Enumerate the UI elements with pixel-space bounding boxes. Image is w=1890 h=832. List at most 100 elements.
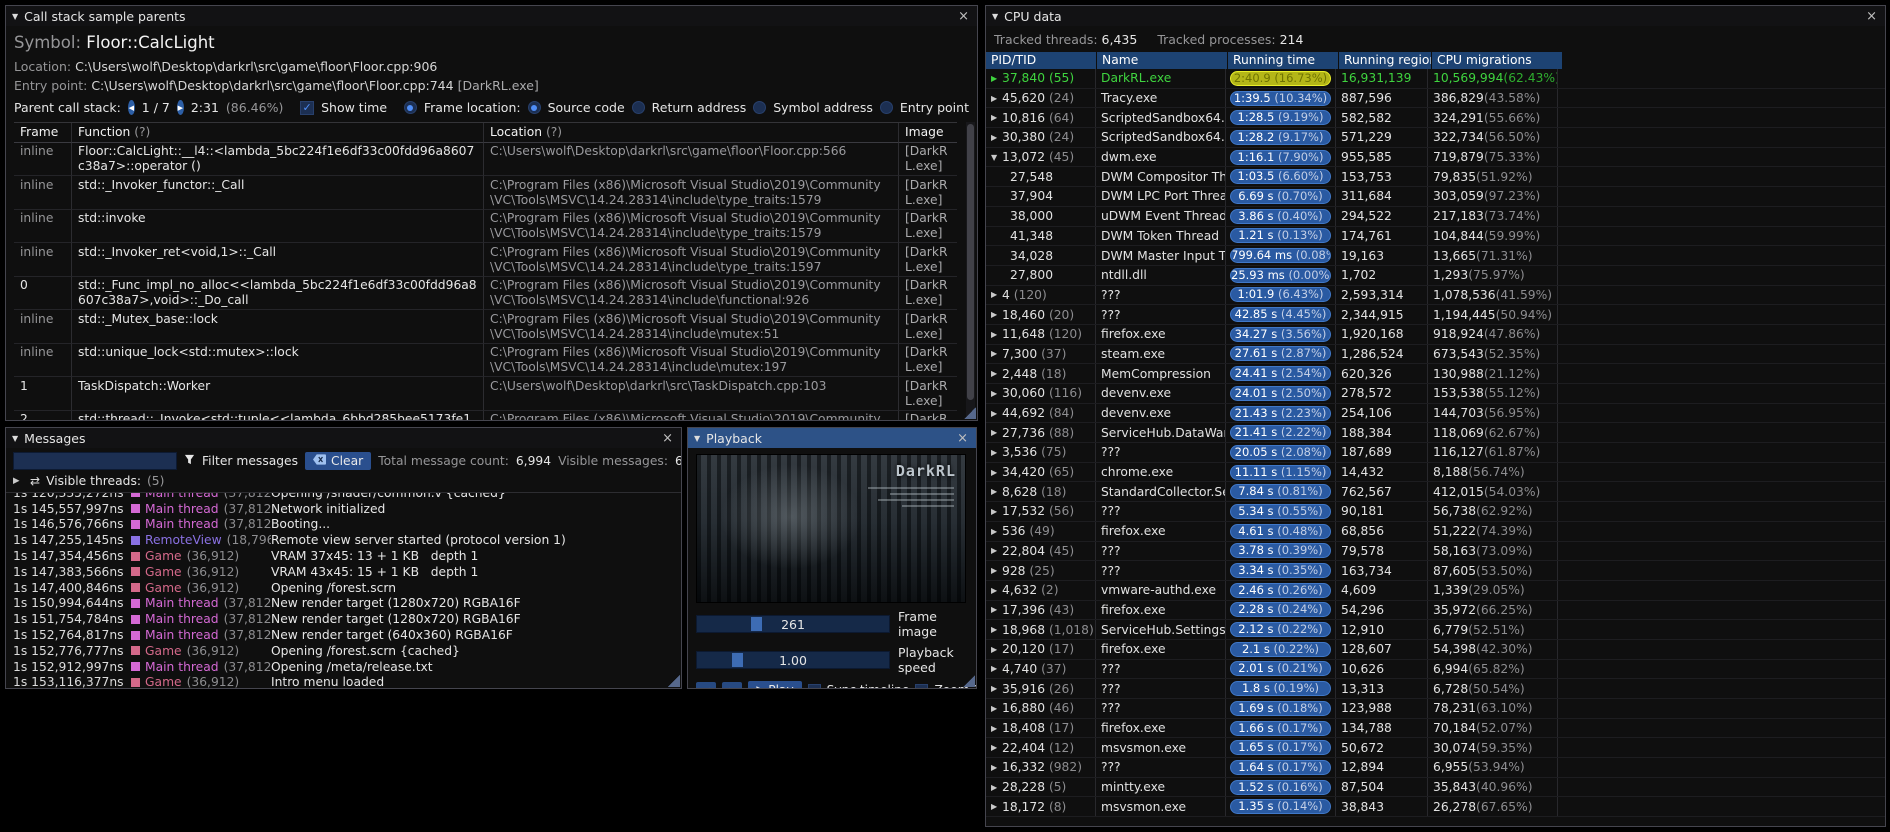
callstack-frame-row[interactable]: inline Floor::CalcLight::__l4::<lambda_5b… bbox=[14, 142, 957, 177]
message-row[interactable]: 1s 147,354,456ns Game (36,912) VRAM 37x45: … bbox=[13, 548, 681, 564]
prev-callstack-button[interactable]: ◀ bbox=[127, 100, 135, 115]
cpu-process-row[interactable]: 27,548DWM Compositor Thread1:03.5 (6.60%… bbox=[986, 167, 1885, 188]
callstack-frame-row[interactable]: inline std::_Invoker_ret<void,1>::_Call C:… bbox=[14, 243, 957, 277]
cpu-process-row[interactable]: ▶ 2,448 (18) MemCompression 24.41 s (2.54%)… bbox=[986, 364, 1885, 384]
callstack-frame-row[interactable]: 2 std::thread::_Invoke<std::tuple<<lambda… bbox=[14, 410, 957, 420]
expand-arrow-icon[interactable]: ▶ bbox=[991, 507, 1002, 516]
expand-arrow-icon[interactable]: ▶ bbox=[991, 645, 1002, 654]
cpu-process-row[interactable]: ▶27,736 (88)ServiceHub.DataWarehouseHost… bbox=[986, 423, 1885, 444]
resize-grip[interactable] bbox=[964, 407, 976, 419]
expand-arrow-icon[interactable]: ▶ bbox=[991, 349, 1002, 358]
cpu-process-row[interactable]: ▶ 34,420 (65) chrome.exe 11.11 s (1.15%) 14,… bbox=[986, 462, 1885, 483]
expand-arrow-icon[interactable]: ▶ bbox=[991, 468, 1002, 477]
cpu-process-row[interactable]: ▶18,968 (1,018)ServiceHub.SettingsHost.e… bbox=[986, 620, 1885, 640]
expand-arrow-icon[interactable]: ▶ bbox=[991, 802, 1002, 811]
cpu-process-row[interactable]: ▶ 30,060 (116) devenv.exe 24.01 s (2.50%) 27… bbox=[986, 384, 1885, 404]
cpu-process-row[interactable]: 27,800 ntdll.dll 25.93 ms (0.00%) 1,702 1,29… bbox=[986, 265, 1885, 286]
cpu-titlebar[interactable]: ▼ CPU data × bbox=[986, 6, 1885, 26]
expand-arrow-icon[interactable]: ▶ bbox=[991, 448, 1002, 457]
expand-arrow-icon[interactable]: ▶ bbox=[991, 389, 1002, 398]
callstack-frame-row[interactable]: 0 std::_Func_impl_no_alloc<<lambda_5bc224… bbox=[14, 276, 957, 311]
image-column-header[interactable]: Image bbox=[899, 123, 957, 143]
prev-frame-button[interactable]: ◀ bbox=[696, 681, 717, 688]
expand-arrow-icon[interactable]: ▶ bbox=[991, 330, 1002, 339]
sync-timeline-checkbox[interactable]: ✓ bbox=[807, 683, 821, 688]
cpu-process-row[interactable]: ▶ 20,120 (17) firefox.exe 2.1 s (0.22%) 128,… bbox=[986, 639, 1885, 660]
message-row[interactable]: 1s 152,764,817ns Main thread (37,812) New r… bbox=[13, 627, 681, 643]
expand-arrow-icon[interactable]: ▶ bbox=[991, 94, 1002, 103]
message-row[interactable]: 1s 152,912,997ns Main thread (37,812) Openi… bbox=[13, 659, 681, 675]
cpu-process-row[interactable]: ▶ 4,632 (2) vmware-authd.exe 2.46 s (0.26%)… bbox=[986, 580, 1885, 601]
expand-arrow-icon[interactable]: ▶ bbox=[991, 783, 1002, 792]
expand-arrow-icon[interactable]: ▶ bbox=[991, 113, 1002, 122]
radio-return-address[interactable] bbox=[631, 101, 645, 114]
callstack-frame-row[interactable]: inline std::_Mutex_base::lock C:\Program F… bbox=[14, 310, 957, 344]
treenode-arrow-icon[interactable]: ▶ bbox=[13, 476, 24, 486]
cpu-process-row[interactable]: ▶ 16,880 (46)??? 1.69 s (0.18%) 123,988 78,2… bbox=[986, 699, 1885, 719]
expand-arrow-icon[interactable]: ▶ bbox=[991, 546, 1002, 555]
callstack-frame-row[interactable]: 1 TaskDispatch::Worker C:\Users\wolf\Deskt… bbox=[14, 377, 957, 411]
playback-titlebar[interactable]: ▼ Playback × bbox=[688, 428, 976, 448]
frame-column-header[interactable]: Frame bbox=[14, 123, 72, 143]
callstack-frame-row[interactable]: inline std::unique_lock<std::mutex>::lock… bbox=[14, 343, 957, 378]
next-callstack-button[interactable]: ▶ bbox=[176, 100, 184, 115]
close-icon[interactable]: × bbox=[955, 432, 970, 445]
cpu-process-row[interactable]: ▶30,380 (24)ScriptedSandbox64.exe1:28.2 … bbox=[986, 128, 1885, 148]
cpu-process-row[interactable]: ▶ 45,620 (24) Tracy.exe 1:39.5 (10.34%) 887,… bbox=[986, 88, 1885, 109]
cpu-process-row[interactable]: ▶ 4,740 (37)??? 2.01 s (0.21%) 10,626 6,994 … bbox=[986, 659, 1885, 680]
cpu-process-row[interactable]: ▶8,628 (18)StandardCollector.Service.exe… bbox=[986, 482, 1885, 503]
running-time-column-header[interactable]: Running time bbox=[1228, 52, 1338, 69]
frame-image-slider[interactable]: 261 bbox=[696, 615, 890, 633]
cpu-process-row[interactable]: 38,000 uDWM Event Thread 3.86 s (0.40%) 294… bbox=[986, 206, 1885, 227]
speed-slider-handle[interactable] bbox=[731, 653, 743, 667]
collapse-icon[interactable]: ▼ bbox=[992, 12, 998, 21]
frame-slider-handle[interactable] bbox=[750, 617, 762, 631]
messages-titlebar[interactable]: ▼ Messages × bbox=[6, 428, 681, 448]
cpu-process-row[interactable]: ▶ 18,408 (17) firefox.exe 1.66 s (0.17%) 134… bbox=[986, 718, 1885, 739]
next-frame-button[interactable]: ▶ bbox=[722, 681, 743, 688]
cpu-process-row[interactable]: ▶ 22,404 (12) msvsmon.exe 1.65 s (0.17%) 50,… bbox=[986, 738, 1885, 759]
radio-symbol-address[interactable] bbox=[753, 101, 767, 114]
callstack-scrollbar-thumb[interactable] bbox=[967, 124, 974, 401]
expand-arrow-icon[interactable]: ▶ bbox=[991, 409, 1002, 418]
message-row[interactable]: 1s 150,994,644ns Main thread (37,812) New r… bbox=[13, 596, 681, 612]
cpu-process-row[interactable]: ▶ 7,300 (37) steam.exe 27.61 s (2.87%) 1,286… bbox=[986, 344, 1885, 365]
function-column-header[interactable]: Function (?) bbox=[72, 123, 484, 143]
expand-arrow-icon[interactable]: ▶ bbox=[991, 369, 1002, 378]
expand-arrow-icon[interactable]: ▶ bbox=[991, 743, 1002, 752]
message-row[interactable]: 1s 147,400,846ns Game (36,912) Opening /for… bbox=[13, 580, 681, 596]
cpu-process-row[interactable]: ▶ 44,692 (84) devenv.exe 21.43 s (2.23%) 254… bbox=[986, 403, 1885, 424]
expand-arrow-icon[interactable]: ▶ bbox=[991, 566, 1002, 575]
expand-arrow-icon[interactable]: ▶ bbox=[991, 664, 1002, 673]
cpu-process-row[interactable]: 37,904 DWM LPC Port Thread 6.69 s (0.70%) 3… bbox=[986, 187, 1885, 207]
cpu-process-row[interactable]: ▶ 4 (120)??? 1:01.9 (6.43%) 2,593,314 1,078,… bbox=[986, 285, 1885, 306]
show-time-checkbox[interactable]: ✓ bbox=[300, 100, 315, 115]
collapse-icon[interactable]: ▼ bbox=[12, 434, 18, 443]
location-column-header[interactable]: Location (?) bbox=[484, 123, 899, 143]
filter-input[interactable] bbox=[13, 452, 177, 470]
expand-arrow-icon[interactable]: ▶ bbox=[991, 684, 1002, 693]
callstack-frame-row[interactable]: inline std::_Invoker_functor::_Call C:\Pro… bbox=[14, 176, 957, 210]
cpu-process-row[interactable]: ▶ 18,172 (8) msvsmon.exe 1.35 s (0.14%) 38,8… bbox=[986, 797, 1885, 818]
expand-arrow-icon[interactable]: ▶ bbox=[991, 527, 1002, 536]
pid-column-header[interactable]: PID/TID bbox=[986, 52, 1096, 69]
resize-grip[interactable] bbox=[963, 675, 975, 687]
name-column-header[interactable]: Name bbox=[1097, 52, 1227, 69]
cpu-process-row[interactable]: ▶ 536 (49) firefox.exe 4.61 s (0.48%) 68,856… bbox=[986, 521, 1885, 542]
message-row[interactable]: 1s 120,335,272ns Main thread (37,812) Openi… bbox=[13, 493, 681, 501]
cpu-migrations-column-header[interactable]: CPU migrations bbox=[1432, 52, 1562, 69]
message-row[interactable]: 1s 153,116,377ns Game (36,912) Intro menu l… bbox=[13, 675, 681, 688]
close-icon[interactable]: × bbox=[956, 10, 971, 23]
running-regions-column-header[interactable]: Running regions bbox=[1339, 52, 1431, 69]
message-row[interactable]: 1s 147,255,145ns RemoteView (18,796)Remote… bbox=[13, 532, 681, 548]
radio-entry-point[interactable] bbox=[879, 101, 893, 114]
playback-speed-slider[interactable]: 1.00 bbox=[696, 651, 890, 669]
radio-source-code[interactable] bbox=[527, 101, 541, 114]
close-icon[interactable]: × bbox=[660, 432, 675, 445]
message-row[interactable]: 1s 145,557,997ns Main thread (37,812) Netwo… bbox=[13, 501, 681, 517]
message-row[interactable]: 1s 146,576,766ns Main thread (37,812) Booti… bbox=[13, 517, 681, 533]
expand-arrow-icon[interactable]: ▼ bbox=[991, 153, 1002, 162]
collapse-icon[interactable]: ▼ bbox=[694, 434, 700, 443]
collapse-icon[interactable]: ▼ bbox=[12, 12, 18, 21]
expand-arrow-icon[interactable]: ▶ bbox=[991, 704, 1002, 713]
